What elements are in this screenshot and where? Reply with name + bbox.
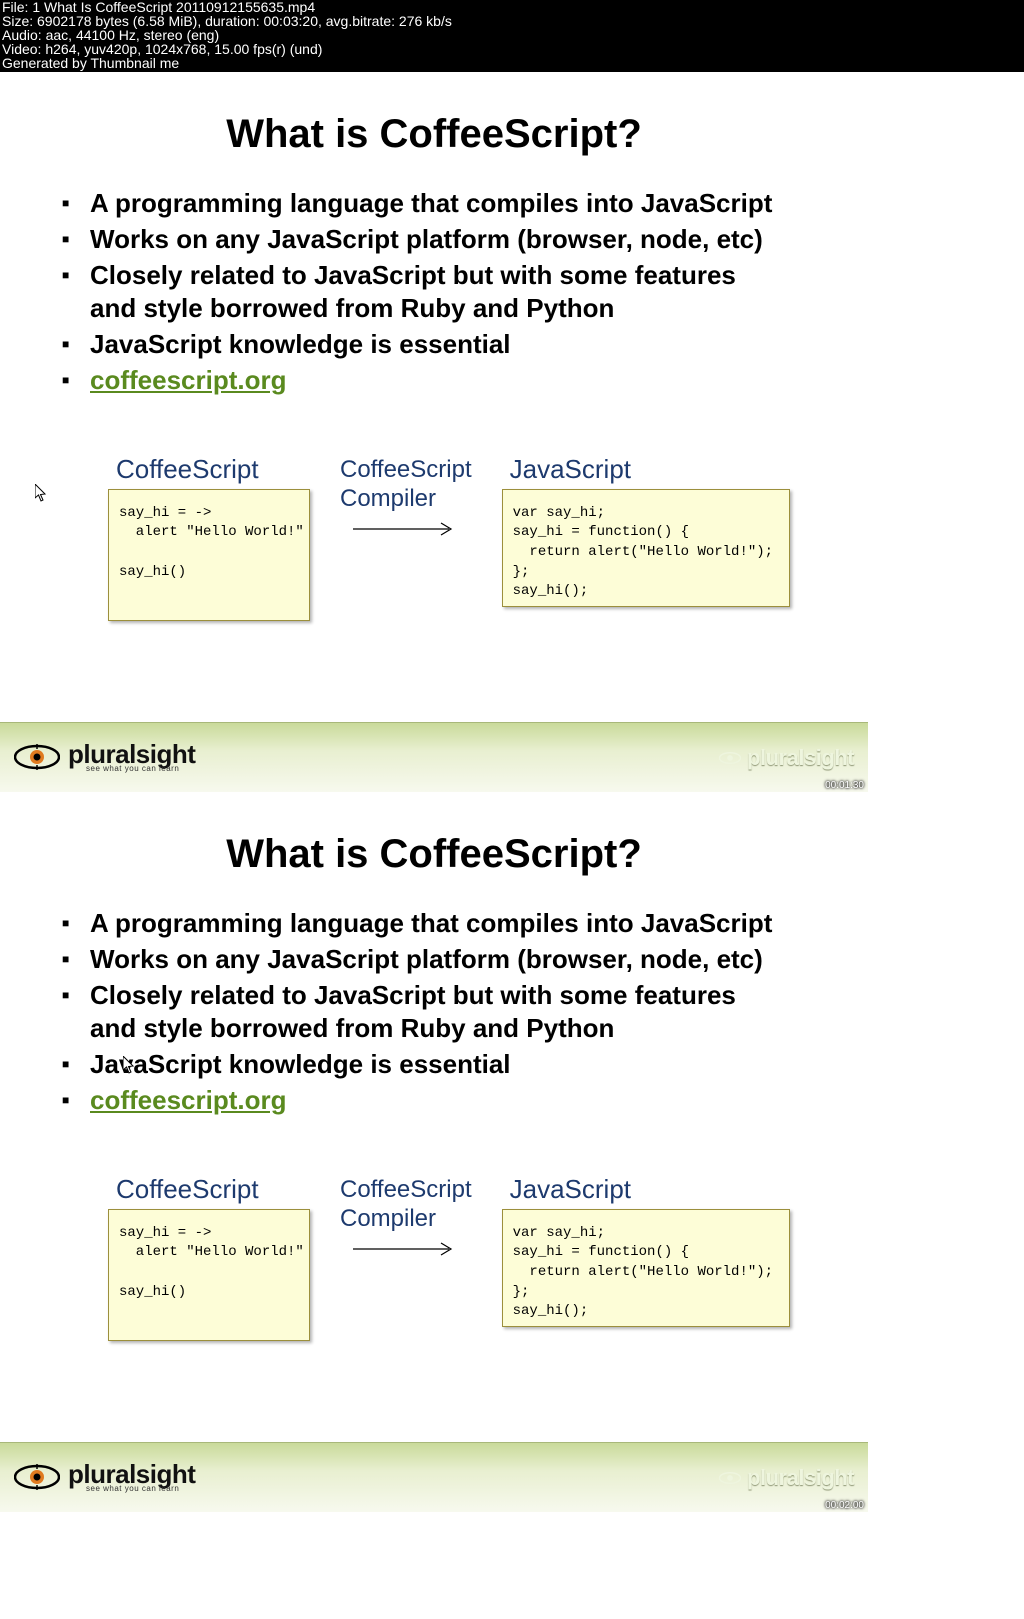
- bullet-item: Works on any JavaScript platform (browse…: [90, 223, 778, 257]
- slide-title: What is CoffeeScript?: [0, 832, 868, 877]
- javascript-code-box: var say_hi; say_hi = function() { return…: [502, 489, 790, 607]
- slide-title: What is CoffeeScript?: [0, 112, 868, 157]
- coffeescript-code-box: say_hi = -> alert "Hello World!" say_hi(…: [108, 489, 310, 621]
- bullet-item: JavaScript knowledge is essential: [90, 1048, 778, 1082]
- left-code-label: CoffeeScript: [108, 454, 310, 485]
- video-metadata-header: File: 1 What Is CoffeeScript 20110912155…: [0, 0, 1024, 72]
- pluralsight-logo-right: pluralsight: [719, 745, 854, 771]
- coffeescript-code-box: say_hi = -> alert "Hello World!" say_hi(…: [108, 1209, 310, 1341]
- brand-tagline: see what you can learn: [68, 1485, 195, 1492]
- brand-text-right: pluralsight: [747, 1465, 854, 1491]
- compiler-label-line1: CoffeeScript: [340, 1176, 472, 1203]
- pluralsight-logo-right: pluralsight: [719, 1465, 854, 1491]
- bullet-item: A programming language that compiles int…: [90, 187, 778, 221]
- coffeescript-link[interactable]: coffeescript.org: [90, 1085, 287, 1115]
- code-comparison-row: CoffeeScript say_hi = -> alert "Hello Wo…: [0, 1174, 868, 1341]
- coffeescript-link[interactable]: coffeescript.org: [90, 365, 287, 395]
- compiler-label-line2: Compiler: [340, 485, 436, 512]
- bullet-item: Works on any JavaScript platform (browse…: [90, 943, 778, 977]
- slide-frame-1: What is CoffeeScript? A programming lang…: [0, 72, 868, 722]
- frame-timestamp: 00:02:00: [825, 1500, 864, 1511]
- left-code-label: CoffeeScript: [108, 1174, 310, 1205]
- bullet-list: A programming language that compiles int…: [0, 187, 868, 398]
- bullet-item: A programming language that compiles int…: [90, 907, 778, 941]
- eye-icon: [719, 1471, 741, 1485]
- meta-file: File: 1 What Is CoffeeScript 20110912155…: [2, 0, 1022, 14]
- meta-size: Size: 6902178 bytes (6.58 MiB), duration…: [2, 14, 1022, 28]
- meta-video: Video: h264, yuv420p, 1024x768, 15.00 fp…: [2, 42, 1022, 56]
- right-code-label: JavaScript: [502, 1174, 790, 1205]
- pluralsight-logo-left: pluralsight see what you can learn: [14, 743, 195, 772]
- javascript-code-box: var say_hi; say_hi = function() { return…: [502, 1209, 790, 1327]
- slide-frame-2: What is CoffeeScript? A programming lang…: [0, 792, 868, 1442]
- brand-tagline: see what you can learn: [68, 765, 195, 772]
- meta-audio: Audio: aac, 44100 Hz, stereo (eng): [2, 28, 1022, 42]
- pluralsight-logo-left: pluralsight see what you can learn: [14, 1463, 195, 1492]
- compiler-label-line2: Compiler: [340, 1205, 436, 1232]
- eye-icon: [719, 751, 741, 765]
- bullet-item: JavaScript knowledge is essential: [90, 328, 778, 362]
- compiler-label-line1: CoffeeScript: [340, 456, 472, 483]
- bullet-link-item: coffeescript.org: [90, 1084, 778, 1118]
- arrow-icon: [351, 1239, 461, 1259]
- eye-icon: [14, 1464, 60, 1490]
- bullet-list: A programming language that compiles int…: [0, 907, 868, 1118]
- slide-footer-2: pluralsight see what you can learn plura…: [0, 1442, 868, 1512]
- slide-footer-1: pluralsight see what you can learn plura…: [0, 722, 868, 792]
- frame-timestamp: 00:01:30: [825, 780, 864, 791]
- eye-icon: [14, 744, 60, 770]
- compiler-label: CoffeeScript Compiler: [340, 456, 472, 514]
- compiler-label: CoffeeScript Compiler: [340, 1176, 472, 1234]
- right-code-label: JavaScript: [502, 454, 790, 485]
- brand-text-right: pluralsight: [747, 745, 854, 771]
- code-comparison-row: CoffeeScript say_hi = -> alert "Hello Wo…: [0, 454, 868, 621]
- bullet-link-item: coffeescript.org: [90, 364, 778, 398]
- meta-generated: Generated by Thumbnail me: [2, 56, 1022, 70]
- bullet-item: Closely related to JavaScript but with s…: [90, 259, 778, 327]
- arrow-icon: [351, 519, 461, 539]
- bullet-item: Closely related to JavaScript but with s…: [90, 979, 778, 1047]
